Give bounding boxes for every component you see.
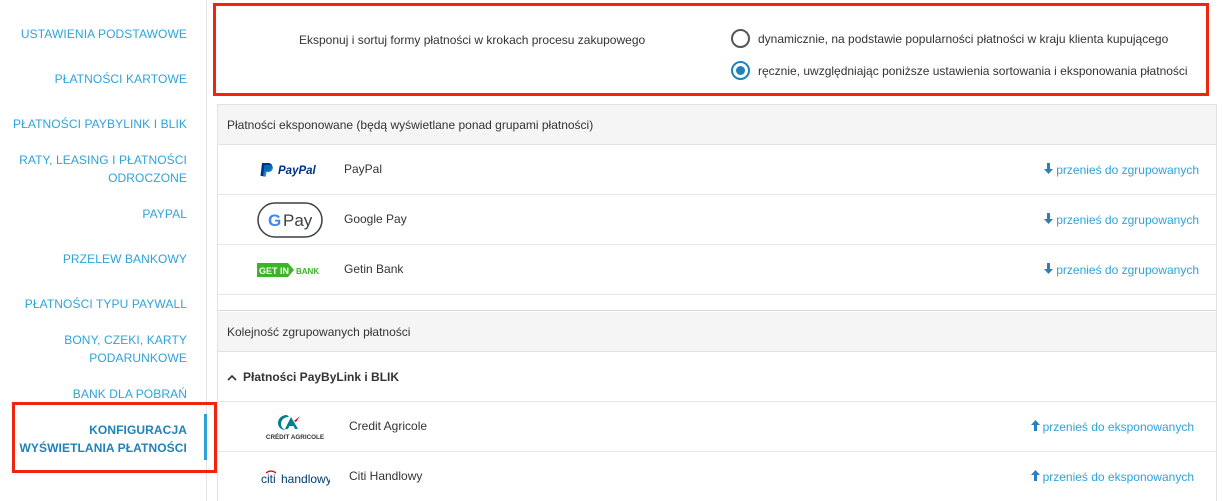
payment-name: Google Pay [344, 212, 407, 226]
exposed-row-paypal: PayPal PayPal przenieś do zgrupowanych [218, 145, 1216, 195]
svg-text:G: G [268, 211, 281, 230]
sidebar-item-paybylink-blik[interactable]: PŁATNOŚCI PAYBYLINK I BLIK [13, 115, 187, 133]
arrow-up-icon [1030, 470, 1040, 484]
section-separator [218, 295, 1216, 311]
move-to-grouped-label: przenieś do zgrupowanych [1056, 163, 1199, 177]
sidebar-item-paypal[interactable]: PAYPAL [142, 205, 187, 223]
sidebar-item-bank-transfer[interactable]: PRZELEW BANKOWY [63, 250, 187, 268]
exposed-row-getin-bank: GET IN BANK Getin Bank przenieś do zgrup… [218, 245, 1216, 295]
arrow-up-icon [1030, 420, 1040, 434]
sidebar-item-label: PODARUNKOWE [89, 351, 187, 365]
sidebar-item-installments[interactable]: RATY, LEASING I PŁATNOŚCI ODROCZONE [19, 151, 187, 187]
svg-text:Pay: Pay [283, 211, 313, 230]
move-to-exposed-label: przenieś do eksponowanych [1042, 470, 1194, 484]
chevron-up-icon [227, 370, 237, 384]
svg-text:GET IN: GET IN [259, 266, 289, 276]
sidebar-item-label: BONY, CZEKI, KARTY [64, 333, 187, 347]
grouped-section-header: Kolejność zgrupowanych płatności [218, 312, 1216, 352]
sidebar-item-vouchers[interactable]: BONY, CZEKI, KARTY PODARUNKOWE [64, 331, 187, 367]
move-to-exposed-button[interactable]: przenieś do eksponowanych [1030, 470, 1194, 484]
payment-name: Getin Bank [344, 262, 404, 276]
sidebar-item-basic-settings[interactable]: USTAWIENIA PODSTAWOWE [21, 25, 187, 43]
highlight-box-top [213, 3, 1209, 96]
arrow-down-icon [1044, 163, 1054, 177]
arrow-down-icon [1044, 263, 1054, 277]
exposed-row-google-pay: G Pay Google Pay przenieś do zgrupowanyc… [218, 195, 1216, 245]
payment-name: PayPal [344, 162, 383, 176]
sidebar-item-cod-bank[interactable]: BANK DLA POBRAŃ [73, 385, 187, 403]
grouped-row-credit-agricole: CRÉDIT AGRICOLE Credit Agricole przenieś… [218, 402, 1216, 452]
move-to-exposed-label: przenieś do eksponowanych [1042, 420, 1194, 434]
svg-text:BANK: BANK [296, 267, 319, 276]
paypal-logo: PayPal [255, 145, 325, 195]
payment-name: Citi Handlowy [349, 469, 423, 483]
getin-bank-logo: GET IN BANK [255, 245, 325, 295]
sidebar-item-label: ODROCZONE [108, 171, 187, 185]
move-to-exposed-button[interactable]: przenieś do eksponowanych [1030, 420, 1194, 434]
move-to-grouped-button[interactable]: przenieś do zgrupowanych [1044, 213, 1199, 227]
exposed-section-title: Płatności eksponowane (będą wyświetlane … [227, 117, 594, 132]
grouped-row-citi-handlowy: citi handlowy Citi Handlowy przenieś do … [218, 452, 1216, 501]
sidebar-item-label: RATY, LEASING I PŁATNOŚCI [19, 153, 187, 167]
group-title: Płatności PayByLink i BLIK [243, 369, 400, 384]
highlight-box-sidebar [12, 402, 217, 473]
move-to-grouped-label: przenieś do zgrupowanych [1056, 213, 1199, 227]
move-to-grouped-button[interactable]: przenieś do zgrupowanych [1044, 263, 1199, 277]
payment-order-panel: Płatności eksponowane (będą wyświetlane … [217, 104, 1217, 501]
sidebar-item-paywall[interactable]: PŁATNOŚCI TYPU PAYWALL [25, 295, 187, 313]
exposed-section-header: Płatności eksponowane (będą wyświetlane … [218, 105, 1216, 145]
citi-handlowy-logo: citi handlowy [260, 452, 330, 501]
svg-text:PayPal: PayPal [278, 165, 317, 177]
svg-text:citi: citi [261, 472, 276, 486]
credit-agricole-logo: CRÉDIT AGRICOLE [260, 402, 330, 452]
svg-text:CRÉDIT AGRICOLE: CRÉDIT AGRICOLE [266, 432, 324, 441]
google-pay-logo: G Pay [255, 195, 325, 245]
arrow-down-icon [1044, 213, 1054, 227]
sidebar-item-card-payments[interactable]: PŁATNOŚCI KARTOWE [55, 70, 187, 88]
move-to-grouped-label: przenieś do zgrupowanych [1056, 263, 1199, 277]
group-toggle-paybylink-blik[interactable]: Płatności PayByLink i BLIK [218, 352, 1216, 402]
grouped-section-title: Kolejność zgrupowanych płatności [227, 324, 411, 339]
svg-text:handlowy: handlowy [281, 472, 330, 486]
move-to-grouped-button[interactable]: przenieś do zgrupowanych [1044, 163, 1199, 177]
payment-name: Credit Agricole [349, 419, 428, 433]
